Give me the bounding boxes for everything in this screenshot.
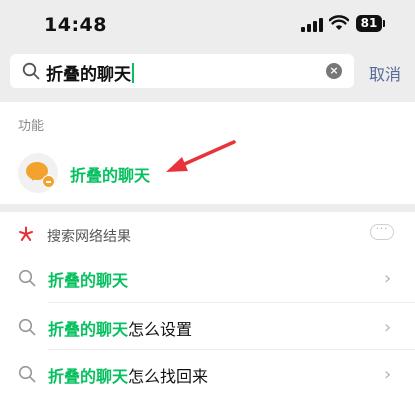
battery-icon: 81 bbox=[356, 15, 382, 32]
web-results-title: 搜索网络结果 bbox=[47, 229, 131, 245]
annotation-arrow-icon bbox=[166, 140, 236, 172]
search-web-star-icon bbox=[19, 226, 33, 241]
cancel-button[interactable]: 取消 bbox=[369, 61, 401, 85]
battery-tip bbox=[383, 20, 385, 27]
web-result-item[interactable]: 折叠的聊天怎么设置 › bbox=[0, 303, 415, 351]
search-icon bbox=[22, 62, 40, 80]
web-results-header: 搜索网络结果 ··· bbox=[0, 212, 415, 256]
search-header: 折叠的聊天 × 取消 bbox=[0, 46, 415, 102]
section-label-functions: 功能 bbox=[18, 119, 45, 134]
search-query: 折叠的聊天 bbox=[46, 60, 134, 85]
web-result-item[interactable]: 折叠的聊天 › bbox=[0, 254, 415, 302]
search-input[interactable]: 折叠的聊天 × bbox=[10, 54, 354, 88]
chevron-right-icon: › bbox=[384, 364, 392, 385]
chevron-right-icon: › bbox=[384, 317, 392, 338]
cellular-signal-icon bbox=[301, 18, 323, 32]
minus-badge-icon bbox=[42, 175, 55, 188]
web-result-item[interactable]: 折叠的聊天怎么找回来 › bbox=[0, 350, 415, 398]
more-options-icon[interactable]: ··· bbox=[370, 224, 394, 240]
bubble-tail bbox=[29, 175, 37, 181]
section-divider bbox=[0, 204, 415, 212]
search-icon bbox=[18, 365, 36, 383]
search-icon bbox=[18, 269, 36, 287]
search-icon bbox=[18, 318, 36, 336]
function-item-label: 折叠的聊天 bbox=[70, 166, 151, 185]
folded-chat-icon bbox=[18, 153, 58, 193]
web-result-text: 折叠的聊天怎么找回来 bbox=[48, 367, 209, 386]
clear-icon[interactable]: × bbox=[326, 63, 342, 79]
status-time: 14:48 bbox=[44, 14, 107, 36]
status-bar: 14:48 81 bbox=[0, 0, 415, 46]
text-caret bbox=[132, 63, 134, 83]
web-result-text: 折叠的聊天怎么设置 bbox=[48, 320, 193, 339]
chevron-right-icon: › bbox=[384, 268, 392, 289]
wifi-icon bbox=[329, 15, 349, 30]
web-result-text: 折叠的聊天 bbox=[48, 271, 129, 290]
